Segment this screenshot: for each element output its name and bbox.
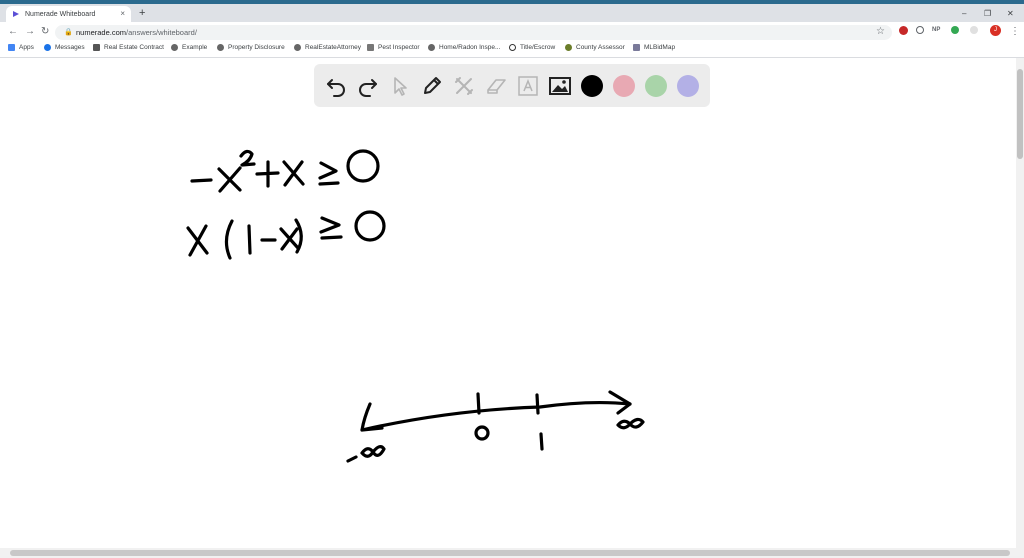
vertical-scroll-thumb[interactable] (1017, 69, 1023, 159)
handwritten-number-line (346, 390, 645, 463)
horizontal-scrollbar[interactable] (0, 548, 1024, 558)
handwritten-equation-line2 (186, 210, 386, 260)
handwritten-equation-line1 (190, 149, 380, 193)
horizontal-scroll-thumb[interactable] (10, 550, 1010, 556)
handwriting-ink-layer (186, 149, 645, 463)
vertical-scrollbar[interactable] (1016, 58, 1024, 548)
